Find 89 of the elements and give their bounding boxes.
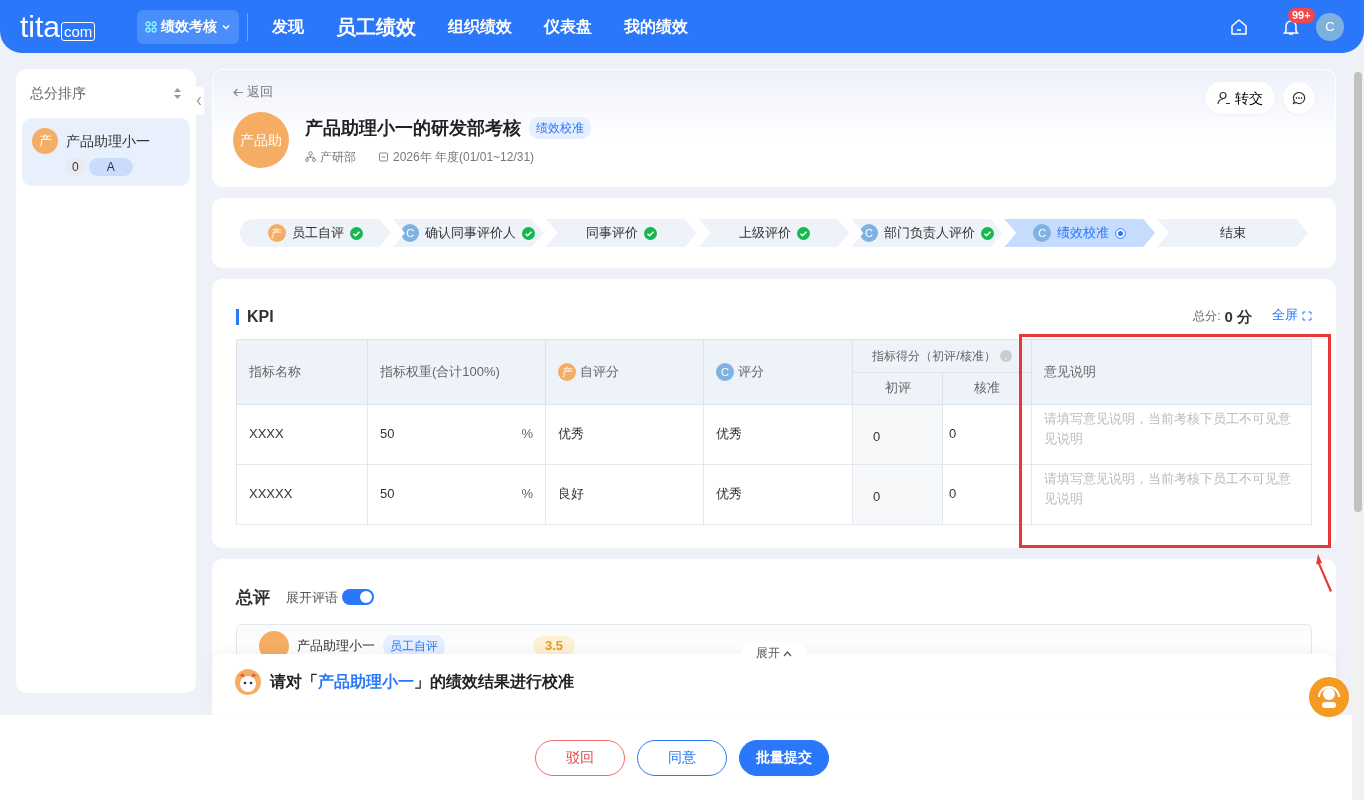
bell-icon[interactable] (1282, 18, 1300, 37)
action-button[interactable]: 驳回 (535, 739, 625, 776)
action-button[interactable]: 同意 (637, 739, 727, 776)
table-cell: 优秀 (703, 404, 853, 464)
org-chart-icon (305, 151, 316, 162)
column-group-header: 指标得分（初评/核准） (872, 347, 996, 365)
avatar: 产品助 (233, 112, 289, 168)
collapse-icon[interactable] (194, 87, 204, 115)
home-icon[interactable] (1230, 17, 1248, 36)
fullscreen-link[interactable]: 全屏 (1272, 305, 1312, 325)
avatar: 产 (32, 128, 58, 154)
review-type-tag: 员工自评 (383, 635, 445, 657)
table-cell: 0 (942, 404, 1032, 464)
weight-cell: 50 % (367, 404, 546, 464)
column-header: 指标名称 (236, 339, 368, 404)
comment-field[interactable]: 请填写意见说明，当前考核下员工不可见意见说明 (1031, 404, 1312, 464)
table-cell: 优秀 (703, 464, 853, 524)
table-cell: 0 (852, 464, 943, 524)
table-cell: XXXXX (236, 464, 368, 524)
transfer-button[interactable]: 转交 (1205, 82, 1275, 114)
avatar: C (716, 362, 734, 381)
apps-icon (145, 20, 158, 33)
table-cell: 优秀 (545, 404, 704, 464)
help-icon (999, 349, 1012, 362)
column-header: 指标权重(合计100%) (367, 339, 546, 404)
score-badge: 3.5 (533, 636, 576, 656)
toggle-switch[interactable] (342, 589, 374, 606)
calendar-icon (378, 151, 389, 162)
total-label: 总分: (1193, 307, 1221, 325)
nav-tab[interactable]: 仪表盘 (528, 14, 609, 39)
nav-tab[interactable]: 我的绩效 (608, 14, 705, 39)
mascot-icon (234, 668, 262, 696)
arrow-left-icon (233, 88, 244, 98)
sort-icon[interactable] (173, 87, 182, 100)
process-step[interactable]: 上级评价 (698, 219, 850, 247)
process-step[interactable]: C 部门负责人评价 (851, 219, 1003, 247)
table-cell: 0 (852, 404, 943, 464)
section-title: 总评 (236, 586, 270, 609)
nav-tab[interactable]: 员工绩效 (320, 11, 433, 42)
user-avatar[interactable]: C (1316, 12, 1344, 41)
employee-name: 产品助理小一 (66, 131, 150, 151)
column-header: 意见说明 (1031, 339, 1312, 404)
action-button[interactable]: 批量提交 (739, 739, 829, 776)
stage-tag: 绩效校准 (529, 117, 591, 139)
scrollbar-thumb[interactable] (1354, 72, 1362, 512)
nav-tab[interactable]: 组织绩效 (432, 14, 529, 39)
toggle-label: 展开评语 (286, 588, 338, 607)
logo[interactable]: tita com (20, 11, 96, 42)
employee-list-item[interactable]: 产 产品助理小一 0 A (22, 118, 190, 186)
process-step[interactable]: C 绩效校准 (1004, 219, 1156, 247)
nav-tab[interactable]: 发现 (256, 14, 321, 39)
annotation-arrow (1315, 553, 1335, 593)
total-score: 0 分 (1224, 308, 1252, 325)
table-cell: XXXX (236, 404, 368, 464)
chat-bubble-icon (1292, 91, 1306, 105)
current-step-icon (1115, 227, 1127, 239)
comment-field[interactable]: 请填写意见说明，当前考核下员工不可见意见说明 (1031, 464, 1312, 524)
notification-badge: 99+ (1288, 7, 1315, 23)
table-cell: 0 (942, 464, 1032, 524)
period-label: 2026年 年度(01/01~12/31) (393, 148, 535, 166)
module-dropdown[interactable]: 绩效考核 (137, 9, 240, 44)
avatar: 产 (267, 224, 286, 242)
fullscreen-icon (1302, 310, 1312, 321)
avatar: C (401, 224, 420, 242)
sort-label: 总分排序 (30, 84, 86, 103)
reviewer-name: 产品助理小一 (297, 637, 375, 656)
column-header: 初评 (852, 372, 943, 404)
weight-cell: 50 % (367, 464, 546, 524)
calibration-prompt: 请对「产品助理小一」的绩效结果进行校准 (270, 672, 574, 692)
department-label: 产研部 (320, 148, 356, 166)
column-header: C 评分 (703, 339, 853, 404)
process-step[interactable]: C 确认同事评价人 (392, 219, 544, 247)
support-icon[interactable] (1309, 677, 1349, 717)
comment-button[interactable] (1283, 82, 1315, 114)
process-step[interactable]: 产 员工自评 (240, 219, 391, 247)
person-icon (1217, 91, 1231, 105)
avatar: C (1033, 224, 1052, 242)
column-header: 产 自评分 (545, 339, 704, 404)
process-step[interactable]: 结束 (1157, 219, 1308, 247)
table-cell: 良好 (545, 464, 704, 524)
section-title: KPI (236, 308, 274, 325)
process-step[interactable]: 同事评价 (545, 219, 697, 247)
grade-badge: A (88, 158, 133, 176)
chevron-up-icon (782, 649, 793, 658)
avatar: C (859, 224, 878, 242)
back-link[interactable]: 返回 (233, 82, 273, 102)
avatar: 产 (558, 362, 576, 381)
review-title: 产品助理小一的研发部考核 (305, 116, 521, 140)
score-badge: 0 (66, 158, 85, 176)
